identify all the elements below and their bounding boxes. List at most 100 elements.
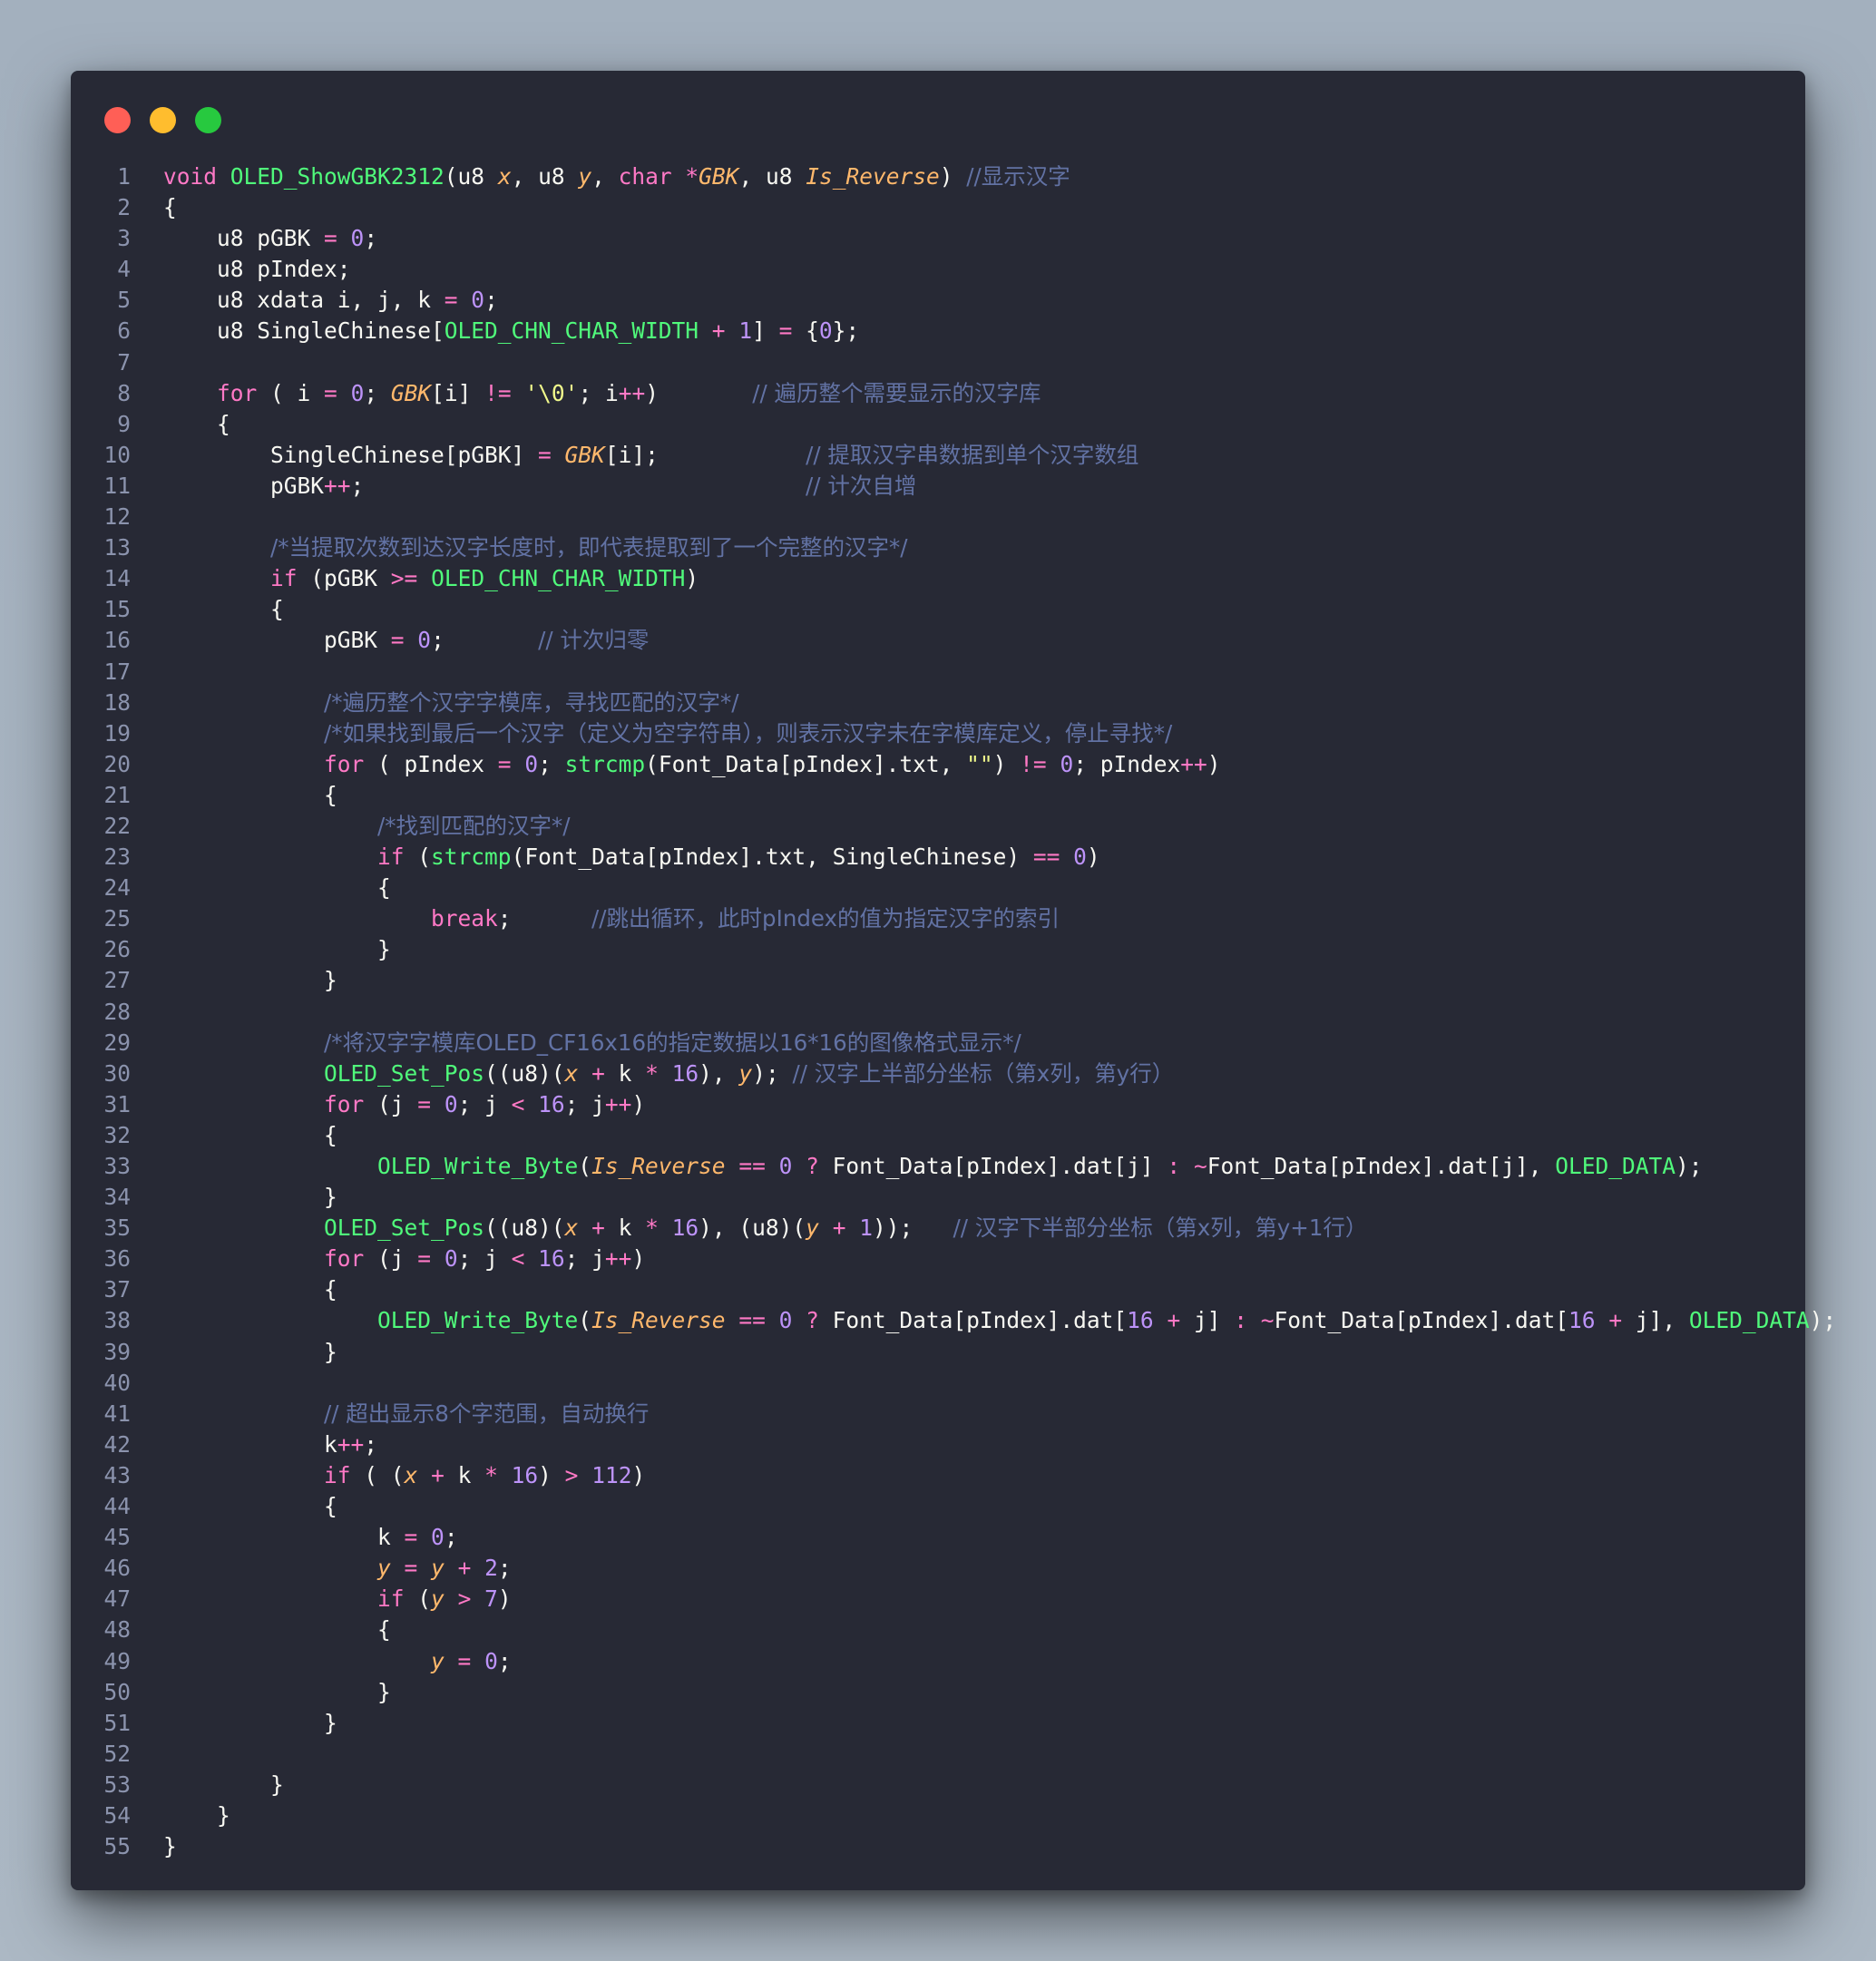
line-number: 42 [103,1430,131,1458]
line-source: } [163,1709,337,1736]
line-source: /*当提取次数到达汉字长度时，即代表提取到了一个完整的汉字*/ [270,534,908,561]
code-line[interactable]: 43 if ( (x + k * 16) > 112) [71,1460,1805,1491]
line-source: for (j = 0; j < 16; j++) [324,1245,646,1273]
line-source: u8 pIndex; [163,256,351,283]
code-line[interactable]: 7 [71,347,1805,378]
code-line[interactable]: 6 u8 SingleChinese[OLED_CHN_CHAR_WIDTH +… [71,316,1805,346]
code-line[interactable]: 15 { [71,594,1805,625]
code-line[interactable]: 30 OLED_Set_Pos((u8)(x + k * 16), y); //… [71,1059,1805,1089]
code-line[interactable]: 41 // 超出显示8个字范围，自动换行 [71,1399,1805,1429]
line-number: 16 [103,627,131,654]
code-line[interactable]: 33 OLED_Write_Byte(Is_Reverse == 0 ? Fon… [71,1151,1805,1182]
code-line[interactable]: 19 /*如果找到最后一个汉字（定义为空字符串），则表示汉字未在字模库定义，停止… [71,718,1805,749]
line-number: 11 [103,472,131,499]
line-source: SingleChinese[pGBK] = GBK[i]; // 提取汉字串数据… [163,441,1139,468]
code-line[interactable]: 5 u8 xdata i, j, k = 0; [71,285,1805,316]
code-line[interactable]: 18 /*遍历整个汉字字模库，寻找匹配的汉字*/ [71,688,1805,718]
code-line[interactable]: 13 /*当提取次数到达汉字长度时，即代表提取到了一个完整的汉字*/ [71,532,1805,563]
line-number: 15 [103,596,131,623]
code-line[interactable]: 40 [71,1368,1805,1399]
line-source: for ( i = 0; GBK[i] != '\0'; i++) // 遍历整… [217,379,1041,406]
code-line[interactable]: 4 u8 pIndex; [71,254,1805,285]
line-source: /*如果找到最后一个汉字（定义为空字符串），则表示汉字未在字模库定义，停止寻找*… [324,719,1173,746]
line-number: 1 [117,163,131,190]
line-source: } [163,1184,337,1211]
code-line[interactable]: 34 } [71,1182,1805,1213]
line-number: 53 [103,1771,131,1798]
line-source: } [163,1771,284,1798]
line-number: 19 [103,719,131,746]
code-line[interactable]: 26 } [71,934,1805,965]
code-line[interactable]: 3 u8 pGBK = 0; [71,223,1805,254]
code-line[interactable]: 38 OLED_Write_Byte(Is_Reverse == 0 ? Fon… [71,1305,1836,1336]
line-source: void OLED_ShowGBK2312(u8 x, u8 y, char *… [163,163,1070,190]
code-line[interactable]: 10 SingleChinese[pGBK] = GBK[i]; // 提取汉字… [71,440,1805,471]
line-number: 37 [103,1276,131,1303]
code-line[interactable]: 35 OLED_Set_Pos((u8)(x + k * 16), (u8)(y… [71,1213,1805,1244]
code-line[interactable]: 53 } [71,1770,1805,1800]
line-number: 10 [103,441,131,468]
code-line[interactable]: 39 } [71,1337,1805,1368]
code-line[interactable]: 8 for ( i = 0; GBK[i] != '\0'; i++) // 遍… [71,378,1805,409]
line-number: 49 [103,1647,131,1674]
line-number: 17 [103,658,131,685]
close-dot-icon[interactable] [104,107,131,133]
code-line[interactable]: 54 } [71,1800,1805,1831]
line-source: if (strcmp(Font_Data[pIndex].txt, Single… [377,844,1100,871]
line-number: 44 [103,1493,131,1520]
code-line[interactable]: 23 if (strcmp(Font_Data[pIndex].txt, Sin… [71,842,1805,873]
line-number: 48 [103,1616,131,1644]
code-line[interactable]: 1 void OLED_ShowGBK2312(u8 x, u8 y, char … [71,161,1805,192]
code-line[interactable]: 42 k++; [71,1429,1805,1460]
code-line[interactable]: 48 { [71,1615,1805,1645]
line-number: 34 [103,1184,131,1211]
line-source: OLED_Set_Pos((u8)(x + k * 16), y); // 汉字… [324,1059,1175,1087]
code-line[interactable]: 50 } [71,1677,1805,1708]
code-line[interactable]: 46 y = y + 2; [71,1553,1805,1584]
line-source: for ( pIndex = 0; strcmp(Font_Data[pInde… [324,750,1221,777]
code-editor[interactable]: 1 void OLED_ShowGBK2312(u8 x, u8 y, char … [71,161,1836,1862]
code-line[interactable]: 52 [71,1739,1805,1770]
line-source: { [163,874,391,902]
code-line[interactable]: 9 { [71,409,1805,440]
line-number: 36 [103,1245,131,1273]
code-line[interactable]: 22 /*找到匹配的汉字*/ [71,811,1805,842]
line-source: OLED_Write_Byte(Is_Reverse == 0 ? Font_D… [377,1307,1837,1334]
code-line[interactable]: 21 { [71,780,1805,811]
line-source: u8 pGBK = 0; [163,225,378,252]
code-line[interactable]: 11 pGBK++; // 计次自增 [71,471,1805,502]
code-line[interactable]: 28 [71,997,1805,1028]
code-line[interactable]: 36 for (j = 0; j < 16; j++) [71,1244,1805,1274]
line-number: 9 [117,410,131,437]
line-number: 4 [117,256,131,283]
code-line[interactable]: 27 } [71,965,1805,996]
code-line[interactable]: 16 pGBK = 0; // 计次归零 [71,625,1805,656]
code-line[interactable]: 20 for ( pIndex = 0; strcmp(Font_Data[pI… [71,749,1805,780]
code-line[interactable]: 25 break; //跳出循环，此时pIndex的值为指定汉字的索引 [71,903,1805,934]
code-line[interactable]: 14 if (pGBK >= OLED_CHN_CHAR_WIDTH) [71,563,1805,594]
code-line[interactable]: 2{ [71,192,1805,223]
code-window: 1 void OLED_ShowGBK2312(u8 x, u8 y, char … [71,71,1836,1890]
line-source: { [163,1276,337,1303]
maximize-dot-icon[interactable] [195,107,221,133]
code-line[interactable]: 51 } [71,1708,1805,1739]
line-number: 25 [103,905,131,932]
code-line[interactable]: 37 { [71,1274,1805,1305]
line-number: 54 [103,1801,131,1829]
code-line[interactable]: 32 { [71,1120,1805,1151]
line-number: 28 [103,998,131,1025]
minimize-dot-icon[interactable] [150,107,176,133]
code-line[interactable]: 17 [71,657,1805,688]
line-number: 13 [103,534,131,561]
code-line[interactable]: 49 y = 0; [71,1646,1805,1677]
code-line[interactable]: 24 { [71,873,1805,903]
line-source: } [163,1833,177,1860]
code-line[interactable]: 29 /*将汉字字模库OLED_CF16x16的指定数据以16*16的图像格式显… [71,1028,1805,1059]
code-line[interactable]: 47 if (y > 7) [71,1584,1805,1615]
code-line[interactable]: 31 for (j = 0; j < 16; j++) [71,1089,1805,1120]
code-line[interactable]: 55} [71,1831,1805,1862]
line-number: 14 [103,565,131,592]
code-line[interactable]: 45 k = 0; [71,1522,1805,1553]
code-line[interactable]: 12 [71,502,1805,532]
code-line[interactable]: 44 { [71,1491,1805,1522]
